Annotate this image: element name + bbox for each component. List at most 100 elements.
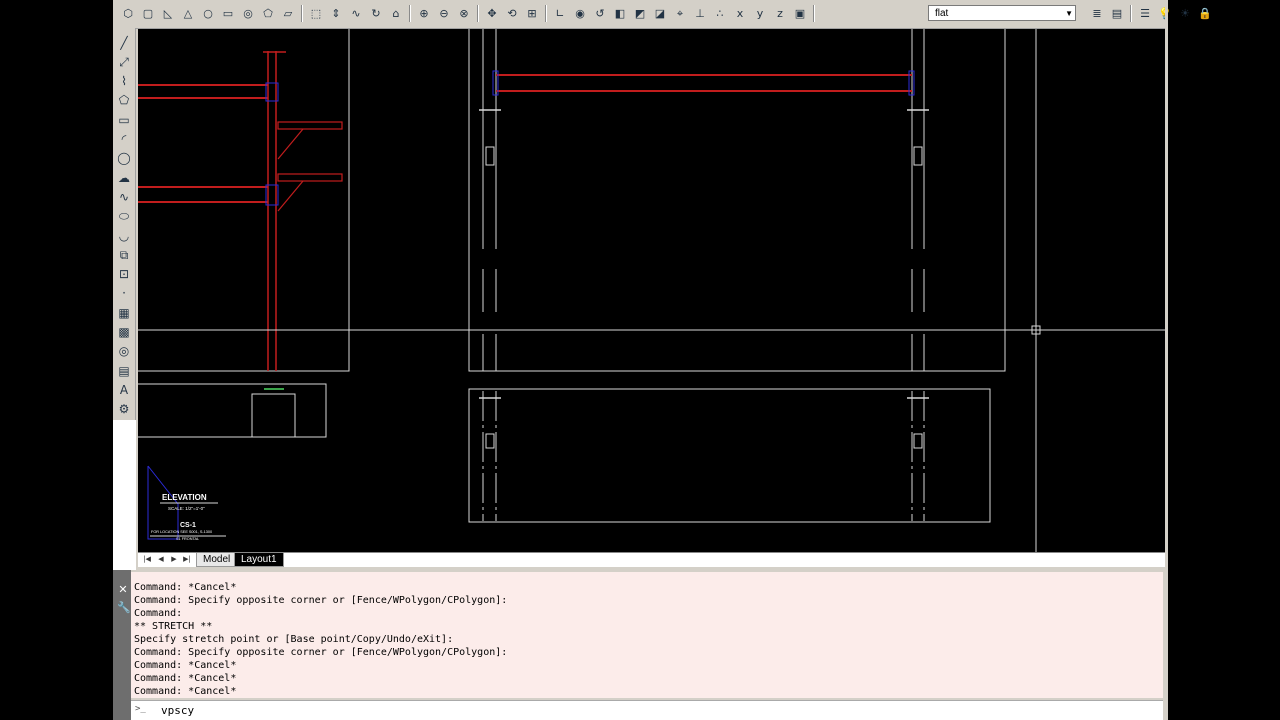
3d-rotate-icon[interactable]: ⟲ — [503, 4, 521, 22]
3d-move-icon[interactable]: ✥ — [483, 4, 501, 22]
ucs-z-icon[interactable]: z — [771, 4, 789, 22]
multiline-text-icon[interactable]: A — [115, 381, 133, 398]
table-icon[interactable]: ▤ — [115, 362, 133, 379]
ucs-y-icon[interactable]: y — [751, 4, 769, 22]
extrude-icon[interactable]: ⬚ — [307, 4, 325, 22]
polyline-icon[interactable]: ⌇ — [115, 73, 133, 90]
command-input[interactable] — [161, 703, 1061, 717]
brace — [277, 128, 304, 160]
ucs-zaxis-icon[interactable]: ⊥ — [691, 4, 709, 22]
splice-plate — [913, 146, 923, 166]
region-icon[interactable]: ◎ — [115, 343, 133, 360]
ucs-face-icon[interactable]: ◧ — [611, 4, 629, 22]
prompt-icon: >_ — [135, 704, 146, 714]
subtract-icon[interactable]: ⊖ — [435, 4, 453, 22]
insert-block-icon[interactable]: ⧉ — [115, 246, 133, 263]
sweep-icon[interactable]: ∿ — [347, 4, 365, 22]
spline-icon[interactable]: ∿ — [115, 188, 133, 205]
command-window-grip[interactable]: ✕ 🔧 — [113, 570, 131, 720]
revision-cloud-icon[interactable]: ☁ — [115, 169, 133, 186]
first-tab-icon[interactable]: |◀ — [142, 554, 152, 565]
drawing-svg: ELEVATION SCALE: 1/2"=1'-0" CS-1 FOR LOC… — [138, 29, 1165, 552]
splice-plate — [485, 146, 495, 166]
ucs-apply-icon[interactable]: ▣ — [791, 4, 809, 22]
history-line: Command: *Cancel* — [134, 673, 237, 684]
tab-layout1[interactable]: Layout1 — [234, 553, 284, 567]
cylinder-icon[interactable]: ▭ — [219, 4, 237, 22]
layer-state-icon[interactable]: ▤ — [1108, 4, 1126, 22]
ucs-world-icon[interactable]: ◉ — [571, 4, 589, 22]
box-icon[interactable]: ▢ — [139, 4, 157, 22]
circle-icon[interactable]: ◯ — [115, 150, 133, 167]
construction-line-icon[interactable]: ⤢ — [115, 53, 133, 70]
ucs-x-icon[interactable]: x — [731, 4, 749, 22]
drawing-canvas[interactable]: ELEVATION SCALE: 1/2"=1'-0" CS-1 FOR LOC… — [138, 29, 1165, 552]
ucs-3point-icon[interactable]: ∴ — [711, 4, 729, 22]
rectangle-icon[interactable]: ▭ — [115, 111, 133, 128]
chevron-down-icon[interactable]: ▼ — [1065, 6, 1073, 22]
line-icon[interactable]: ╱ — [115, 34, 133, 51]
add-selected-icon[interactable]: ⚙ — [115, 401, 133, 418]
history-line: Specify stretch point or [Base point/Cop… — [134, 634, 454, 645]
command-history: Command: *Cancel* Command: Specify opposi… — [131, 572, 1163, 698]
gradient-icon[interactable]: ▩ — [115, 324, 133, 341]
viewport-base-frame — [138, 383, 327, 438]
ucs-origin-icon[interactable]: ⌖ — [671, 4, 689, 22]
toolbar-separator — [301, 5, 303, 22]
pyramid-icon[interactable]: ⬠ — [259, 4, 277, 22]
torus-icon[interactable]: ◎ — [239, 4, 257, 22]
union-icon[interactable]: ⊕ — [415, 4, 433, 22]
cone-icon[interactable]: △ — [179, 4, 197, 22]
lock-icon[interactable]: 🔒 — [1196, 4, 1214, 22]
history-line: Command: Specify opposite corner or [Fen… — [134, 647, 508, 658]
hatch-icon[interactable]: ▦ — [115, 304, 133, 321]
history-line: Command: *Cancel* — [134, 660, 237, 671]
loft-icon[interactable]: ⌂ — [387, 4, 405, 22]
revolve-icon[interactable]: ↻ — [367, 4, 385, 22]
layer-properties-icon[interactable]: ≣ — [1088, 4, 1106, 22]
polysolid-icon[interactable]: ⬡ — [119, 4, 137, 22]
toolbar-separator — [545, 5, 547, 22]
make-block-icon[interactable]: ⊡ — [115, 266, 133, 283]
presspull-icon[interactable]: ⇕ — [327, 4, 345, 22]
polygon-icon[interactable]: ⬠ — [115, 92, 133, 109]
sheet-number: CS-1 — [180, 522, 196, 529]
ucs-object-icon[interactable]: ◩ — [631, 4, 649, 22]
command-window: ✕ 🔧 Command: *Cancel* Command: Specify op… — [113, 570, 1168, 720]
toolbar-separator — [1130, 5, 1132, 22]
sun-icon[interactable]: ☀ — [1176, 4, 1194, 22]
history-line: Command: *Cancel* — [134, 686, 237, 697]
ellipse-icon[interactable]: ⬭ — [115, 208, 133, 225]
3d-align-icon[interactable]: ⊞ — [523, 4, 541, 22]
bracket — [277, 173, 343, 182]
ellipse-arc-icon[interactable]: ◡ — [115, 227, 133, 244]
history-line: ** STRETCH ** — [134, 621, 213, 632]
sphere-icon[interactable]: ○ — [199, 4, 217, 22]
arc-icon[interactable]: ◜ — [115, 131, 133, 148]
top-toolbar: ⬡ ▢ ◺ △ ○ ▭ ◎ ⬠ ▱ ⬚ ⇕ ∿ ↻ ⌂ ⊕ ⊖ ⊗ ✥ ⟲ ⊞ ∟ ◉ ↺ ◧ ◩ ◪ ⌖ ⊥ ∴ x y z ▣ flat ▼ ≣ ▤… — [113, 0, 1212, 29]
ucs-icon[interactable]: ∟ — [551, 4, 569, 22]
tab-model[interactable]: Model — [196, 553, 238, 567]
ucs-previous-icon[interactable]: ↺ — [591, 4, 609, 22]
footing — [251, 393, 296, 438]
sheet-note: S1 FRONTAL — [176, 537, 199, 541]
command-line[interactable]: >_ — [131, 700, 1163, 720]
last-tab-icon[interactable]: ▶| — [182, 554, 192, 565]
close-icon[interactable]: ✕ — [117, 584, 129, 596]
history-line: Command: Specify opposite corner or [Fen… — [134, 595, 508, 606]
draw-toolbar-empty — [113, 420, 136, 570]
next-tab-icon[interactable]: ▶ — [169, 554, 179, 565]
layer-manager-icon[interactable]: ☰ — [1136, 4, 1154, 22]
viewport-left-frame — [138, 29, 350, 372]
planar-surface-icon[interactable]: ▱ — [279, 4, 297, 22]
wrench-icon[interactable]: 🔧 — [117, 602, 131, 614]
point-icon[interactable]: · — [115, 285, 133, 302]
prev-tab-icon[interactable]: ◀ — [156, 554, 166, 565]
history-line: Command: — [134, 608, 183, 619]
layer-dropdown[interactable]: flat ▼ — [928, 5, 1076, 21]
ucs-view-icon[interactable]: ◪ — [651, 4, 669, 22]
draw-toolbar: ╱ ⤢ ⌇ ⬠ ▭ ◜ ◯ ☁ ∿ ⬭ ◡ ⧉ ⊡ · ▦ ▩ ◎ ▤ A ⚙ — [113, 28, 136, 420]
wedge-icon[interactable]: ◺ — [159, 4, 177, 22]
intersect-icon[interactable]: ⊗ — [455, 4, 473, 22]
toolbar-separator — [813, 5, 815, 22]
